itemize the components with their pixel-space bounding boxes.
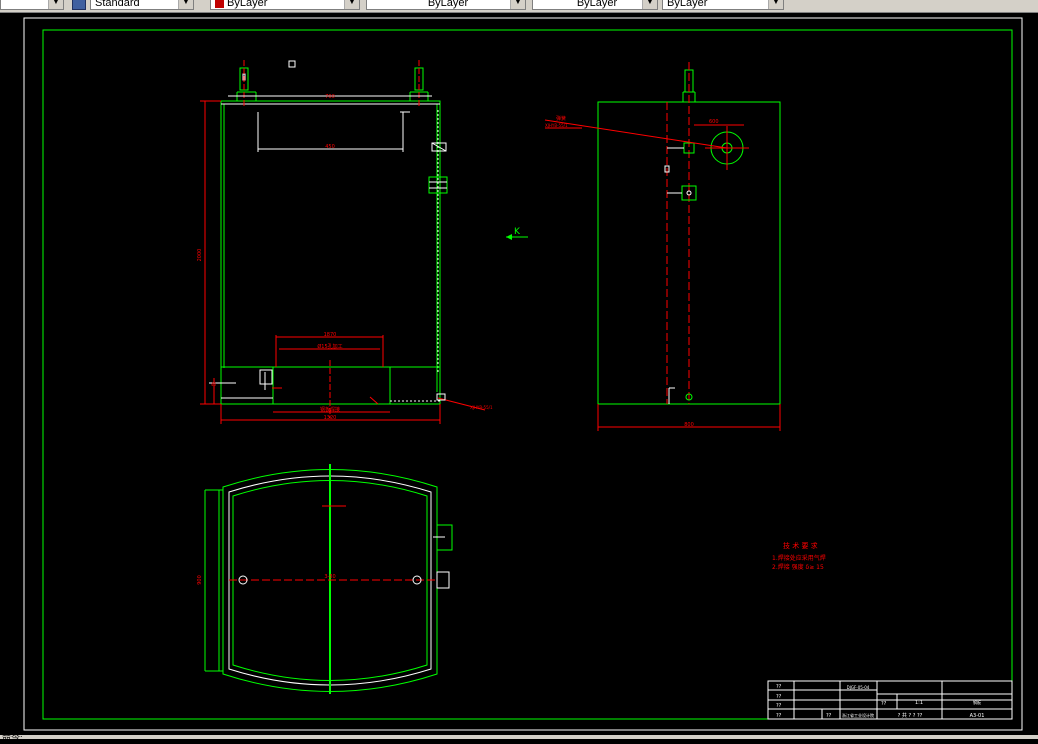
- top-width-dim: 700: [325, 94, 335, 100]
- view-label: K: [514, 227, 521, 237]
- cad-drawing[interactable]: 700 450 2000 1870 Ø15孔加工 钢板焊接 1320 40 XJ…: [0, 13, 1038, 735]
- drawing-canvas[interactable]: 700 450 2000 1870 Ø15孔加工 钢板焊接 1320 40 XJ…: [0, 13, 1038, 735]
- command-line[interactable]: 命令:: [0, 733, 1038, 743]
- side-leader-label: 弹簧: [556, 115, 566, 122]
- chevron-down-icon[interactable]: ▼: [48, 0, 63, 9]
- side-leader-code: XJHYB-55/1: [545, 123, 568, 128]
- color-swatch-icon: [215, 0, 224, 8]
- plan-height-dim: 900: [197, 575, 203, 585]
- title-mid-label-2: ??: [826, 713, 832, 719]
- bottom-detail-dim: 钢板焊接: [320, 406, 340, 413]
- company-name: 浙江省工业设计院: [842, 712, 874, 718]
- title-row-label-1: ??: [776, 684, 782, 690]
- properties-toolbar: ▼ Standard ▼ ByLayer ▼ ByLayer ▼ ByLayer…: [0, 0, 1038, 13]
- color-combo[interactable]: ByLayer ▼: [210, 0, 360, 10]
- side-bottom-dim: 800: [684, 422, 694, 428]
- lineweight-combo[interactable]: ByLayer ▼: [662, 0, 784, 10]
- style-name-combo[interactable]: Standard ▼: [90, 0, 194, 10]
- height-dim: 2000: [197, 249, 203, 262]
- linetype-combo[interactable]: ByLayer ▼: [532, 0, 658, 10]
- total-width-dim: 1320: [324, 415, 337, 421]
- base-height-dim: 40: [211, 382, 217, 387]
- scale-value: 1:1: [915, 700, 923, 706]
- title-mid-label-1: ??: [881, 701, 887, 707]
- plan-center-dim: 3-80: [324, 574, 335, 580]
- inner-width-dim: 450: [325, 144, 335, 150]
- view-arrow: K: [506, 227, 528, 240]
- plan-view: 900 3-80: [197, 464, 453, 694]
- sheet-border: [23, 17, 1023, 731]
- chevron-down-icon[interactable]: ▼: [510, 0, 525, 9]
- chevron-down-icon[interactable]: ▼: [768, 0, 783, 9]
- sheet-number: A3-01: [970, 713, 985, 719]
- title-row-label-3: ??: [776, 703, 782, 709]
- title-row-label-2: ??: [776, 694, 782, 700]
- chevron-down-icon[interactable]: ▼: [642, 0, 657, 9]
- tech-note-1: 1.焊接处应采用气焊: [772, 554, 826, 562]
- title-row-label-4: ??: [776, 713, 782, 719]
- drawing-frame: [42, 29, 1013, 720]
- linetype-value: ByLayer: [576, 0, 618, 9]
- layer-value: ByLayer: [427, 0, 469, 9]
- text-style-combo[interactable]: ▼: [0, 0, 64, 10]
- title-block-text: ?? ?? ?? ?? DJGF-05-04 ?? ?? 1:1 钢板 浙江省工…: [776, 684, 984, 719]
- style-name-value: Standard: [95, 0, 140, 9]
- command-prompt: 命令:: [2, 733, 23, 743]
- slot-detail-dim: Ø15孔加工: [317, 343, 342, 350]
- material-value: 钢板: [973, 699, 981, 705]
- lineweight-value: ByLayer: [667, 0, 708, 9]
- front-view: 700 450 2000 1870 Ø15孔加工 钢板焊接 1320 40 XJ…: [197, 60, 493, 424]
- text-style-icon[interactable]: [72, 0, 86, 10]
- side-view: 600 弹簧 XJHYB-55/1 800: [544, 62, 781, 431]
- slot-width-dim: 1870: [324, 332, 337, 338]
- technical-requirements: 技 术 要 求 1.焊接处应采用气焊 2.焊接 强度 δ≥ 15: [772, 541, 826, 571]
- layer-combo[interactable]: ByLayer ▼: [366, 0, 526, 10]
- chevron-down-icon[interactable]: ▼: [178, 0, 193, 9]
- sheet-info: ? 共 ? ? ??: [898, 712, 923, 719]
- circle-dim: 600: [709, 119, 719, 125]
- tech-notes-title: 技 术 要 求: [783, 541, 818, 550]
- tech-note-2: 2.焊接 强度 δ≥ 15: [772, 563, 824, 571]
- pickbox-cursor: [288, 60, 296, 68]
- chevron-down-icon[interactable]: ▼: [344, 0, 359, 9]
- front-leader-label: XJHYB-55/1: [470, 405, 493, 410]
- color-value: ByLayer: [227, 0, 268, 9]
- drawing-number: DJGF-05-04: [847, 685, 870, 690]
